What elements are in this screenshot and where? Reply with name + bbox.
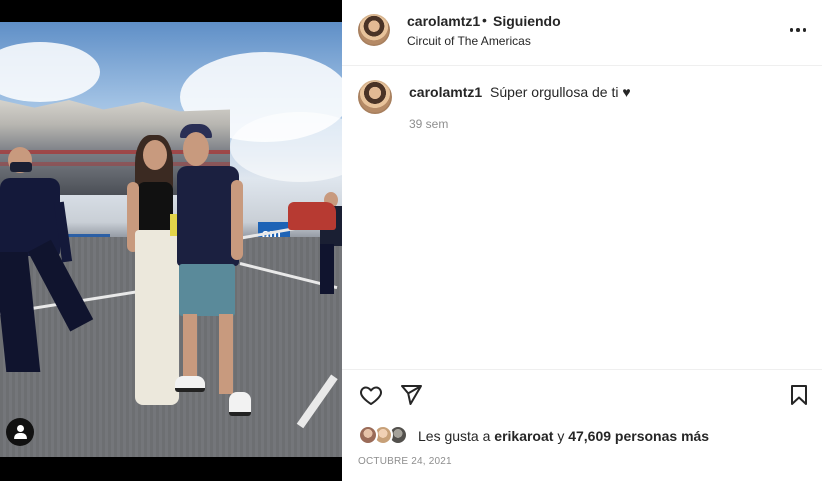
likes-count-link[interactable]: 47,609 personas más (568, 428, 709, 444)
heart-icon[interactable] (358, 382, 384, 408)
caption-username-link[interactable]: carolamtz1 (409, 84, 482, 100)
avatar[interactable] (358, 80, 392, 114)
likes-prefix: Les gusta a (418, 428, 491, 444)
safety-car (288, 202, 336, 230)
bookmark-icon[interactable] (786, 382, 812, 408)
likes-text: Les gusta a erikaroat y 47,609 personas … (418, 428, 709, 444)
caption-text: carolamtz1 Súper orgullosa de ti ♥ (409, 84, 631, 100)
separator-dot: • (482, 12, 487, 28)
post-media-panel: am (0, 0, 342, 481)
liker-username-link[interactable]: erikaroat (494, 428, 553, 444)
avatar[interactable] (358, 14, 390, 46)
post-photo[interactable]: am (0, 22, 342, 457)
likes-connector: y (557, 428, 565, 444)
header-username-link[interactable]: carolamtz1 (407, 13, 480, 29)
following-button[interactable]: Siguiendo (493, 13, 561, 29)
cloud (0, 42, 100, 102)
action-bar: Les gusta a erikaroat y 47,609 personas … (342, 369, 822, 481)
paper-plane-icon[interactable] (398, 382, 424, 408)
more-options-icon[interactable] (788, 20, 808, 40)
caption-body: Súper orgullosa de ti ♥ (490, 84, 631, 100)
post-date[interactable]: OCTUBRE 24, 2021 (358, 456, 452, 467)
post-details-panel: carolamtz1 • Siguiendo Circuit of The Am… (342, 0, 822, 481)
location-link[interactable]: Circuit of The Americas (407, 34, 531, 48)
liker-avatar[interactable] (358, 425, 378, 445)
person-driver (175, 122, 255, 422)
user-tag-icon[interactable] (6, 418, 34, 446)
post-header: carolamtz1 • Siguiendo Circuit of The Am… (342, 0, 822, 66)
caption-timestamp[interactable]: 39 sem (409, 117, 448, 131)
likes-summary: Les gusta a erikaroat y 47,609 personas … (358, 423, 808, 447)
caption-comment: carolamtz1 Súper orgullosa de ti ♥ 39 se… (342, 70, 822, 140)
person-mechanic (0, 142, 95, 382)
